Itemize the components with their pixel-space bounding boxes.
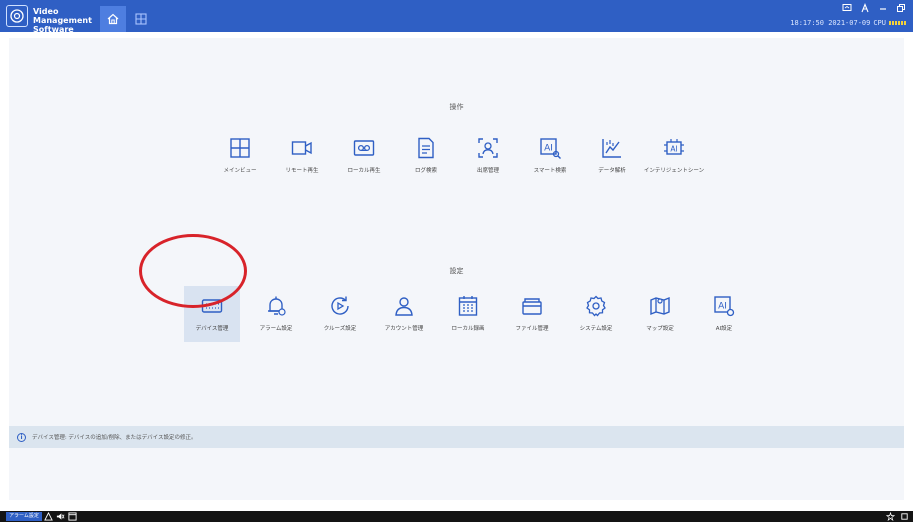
grid-view-icon [135,13,147,25]
settings-item-alarm-settings[interactable]: アラーム設定 [248,286,304,342]
operation-item-label: 出席管理 [476,168,499,174]
data-analysis-icon [602,139,621,158]
local-playback-icon [353,140,375,156]
cpu-meter [889,21,907,25]
settings-item-label: AI設定 [715,326,733,332]
settings-item-label: クルーズ設定 [323,326,357,332]
intelligent-scene-icon: AI [664,139,684,155]
attendance-icon [478,138,498,158]
operation-item-label: データ解析 [598,168,626,174]
alarm-settings-button[interactable]: アラーム設定 [6,512,42,521]
map-settings-icon [650,296,670,316]
settings-item-label: アラーム設定 [259,326,293,332]
pin-icon[interactable] [886,512,895,521]
cruise-settings-icon [331,296,349,315]
operation-item-smart-search[interactable]: AI スマート検索 [522,128,578,184]
settings-item-device-management[interactable]: デバイス管理 [184,286,240,342]
tab-main-view[interactable] [128,6,154,32]
log-search-icon [418,137,434,159]
operation-item-data-analysis[interactable]: データ解析 [584,128,640,184]
device-management-icon [201,299,223,313]
settings-item-label: ファイル管理 [515,326,549,332]
alarm-settings-icon [268,296,286,316]
operation-item-main-view[interactable]: メインビュー [212,128,268,184]
operation-item-label: ローカル再生 [347,168,381,174]
operation-item-intelligent-scene[interactable]: AI インテリジェントシーン [643,128,705,184]
settings-title: 設定 [449,267,464,275]
operation-item-local-playback[interactable]: ローカル再生 [336,128,392,184]
taskbar: アラーム設定 [0,511,913,522]
app-logo-icon [6,5,28,27]
info-icon: i [17,432,26,442]
app-name: Video Management Software [33,7,92,34]
window-icon[interactable] [68,512,77,521]
system-settings-icon [586,295,606,317]
info-text: デバイス管理: デバイスの追加/削除、またはデバイス設定の修正。 [32,435,197,441]
screen-icon[interactable] [841,2,853,14]
svg-text:AI: AI [670,145,677,154]
settings-item-label: ローカル録画 [451,326,485,332]
minimize-icon[interactable] [877,2,889,14]
lock-icon[interactable] [859,2,871,14]
operation-item-label: インテリジェントシーン [643,168,705,174]
ai-settings-icon: AI [714,296,735,317]
settings-item-label: システム設定 [579,326,613,332]
home-icon [107,13,119,25]
settings-row: デバイス管理 アラーム設定 クルーズ設定 アカウント管理 ローカル録画 ファイル管理 システ… [9,286,904,346]
warning-icon[interactable] [44,512,53,521]
local-recording-icon [458,296,478,316]
operations-row: メインビュー リモート再生 ローカル再生 ログ検索 出席管理 AI スマート検索 データ解析 A… [9,128,904,188]
operation-item-attendance[interactable]: 出席管理 [460,128,516,184]
account-management-icon [395,297,413,316]
taskbar-window-icon[interactable] [900,512,909,521]
tab-home[interactable] [100,6,126,32]
operation-item-remote-playback[interactable]: リモート再生 [274,128,330,184]
datetime: 18:17:50 2021-07-09 [790,19,871,27]
settings-item-label: デバイス管理 [195,326,229,332]
operations-title: 操作 [449,103,464,111]
operation-item-label: メインビュー [223,168,257,174]
settings-item-cruise-settings[interactable]: クルーズ設定 [312,286,368,342]
operation-item-label: スマート検索 [533,168,567,174]
settings-item-file-management[interactable]: ファイル管理 [504,286,560,342]
status-readout: 18:17:50 2021-07-09 CPU [790,19,907,27]
svg-text:AI: AI [544,144,553,154]
cpu-label: CPU [873,19,886,27]
info-bar: i デバイス管理: デバイスの追加/削除、またはデバイス設定の修正。 [9,426,904,448]
operation-item-label: リモート再生 [285,168,319,174]
speaker-icon[interactable] [56,512,65,521]
settings-item-label: アカウント管理 [384,326,424,332]
operation-item-label: ログ検索 [414,168,437,174]
svg-text:AI: AI [718,302,727,312]
settings-item-map-settings[interactable]: マップ設定 [632,286,688,342]
file-management-icon [522,298,542,315]
window-controls [841,2,907,14]
settings-item-label: マップ設定 [646,326,674,332]
title-bar: Video Management Software 18:17:50 2021-… [0,0,913,34]
main-view-icon [230,138,250,158]
settings-item-ai-settings[interactable]: AI AI設定 [696,286,752,342]
operation-item-log-search[interactable]: ログ検索 [398,128,454,184]
restore-icon[interactable] [895,2,907,14]
remote-playback-icon [291,141,312,155]
settings-item-system-settings[interactable]: システム設定 [568,286,624,342]
settings-item-local-recording[interactable]: ローカル録画 [440,286,496,342]
settings-item-account-management[interactable]: アカウント管理 [376,286,432,342]
smart-search-icon: AI [540,138,561,159]
